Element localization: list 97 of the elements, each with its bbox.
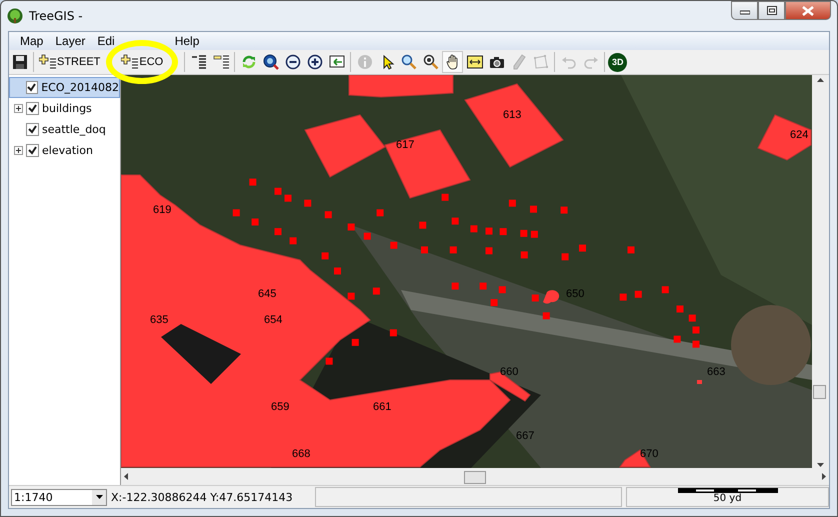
layer-list-icon bbox=[212, 54, 229, 70]
pan-button[interactable] bbox=[442, 51, 464, 73]
3d-view-button[interactable]: 3D bbox=[608, 52, 628, 72]
building-polygon bbox=[697, 380, 702, 384]
scroll-right-icon bbox=[822, 472, 826, 480]
building-label: 660 bbox=[500, 366, 518, 378]
building-label: 650 bbox=[566, 288, 584, 300]
menu-item[interactable]: Edi bbox=[96, 34, 116, 48]
undo-icon bbox=[560, 54, 577, 70]
layer-checkbox[interactable] bbox=[26, 144, 39, 157]
info-icon bbox=[356, 54, 373, 70]
building-label: 624 bbox=[790, 129, 808, 141]
polygon-icon bbox=[532, 54, 549, 70]
redo-icon bbox=[582, 54, 599, 70]
tree-point bbox=[326, 358, 333, 365]
building-label: 617 bbox=[396, 139, 414, 151]
horizontal-scrollbar[interactable] bbox=[121, 469, 829, 485]
tree-point bbox=[274, 228, 282, 236]
building-label: 667 bbox=[516, 430, 534, 442]
extent-icon bbox=[328, 54, 345, 70]
expand-toggle[interactable] bbox=[14, 104, 23, 113]
dropdown-arrow-icon bbox=[96, 495, 102, 499]
building-polygon bbox=[543, 290, 560, 304]
tree-node[interactable]: buildings bbox=[9, 98, 120, 119]
menu-item[interactable]: Layer bbox=[54, 34, 86, 48]
tree-point bbox=[490, 299, 498, 306]
tree-point bbox=[692, 326, 700, 334]
building-label: 654 bbox=[264, 314, 282, 326]
building-label: 613 bbox=[503, 109, 522, 121]
layer-checkbox[interactable] bbox=[26, 123, 39, 136]
tree-point bbox=[419, 222, 426, 229]
scroll-up-icon bbox=[816, 78, 824, 82]
expand-toggle[interactable] bbox=[14, 146, 23, 155]
building-label: 645 bbox=[258, 288, 276, 300]
building-label: 619 bbox=[153, 204, 172, 216]
building-label: 661 bbox=[373, 401, 392, 413]
globe-magnifier-icon bbox=[262, 54, 279, 70]
add-layer-button[interactable]: ECO bbox=[119, 53, 166, 71]
building-label: 663 bbox=[707, 366, 726, 378]
tree-point bbox=[334, 268, 341, 274]
layer-checkbox[interactable] bbox=[26, 102, 39, 115]
scale-dropdown[interactable]: 1:1740 bbox=[11, 488, 107, 506]
tree-node[interactable]: elevation bbox=[9, 140, 120, 161]
add-layer-icon bbox=[121, 54, 140, 70]
refresh-icon bbox=[240, 54, 257, 70]
building-label: 659 bbox=[271, 401, 290, 413]
save-icon bbox=[12, 54, 28, 70]
tree-point bbox=[676, 306, 684, 312]
scroll-thumb[interactable] bbox=[464, 470, 486, 484]
tree-point bbox=[674, 336, 681, 343]
tree-node[interactable]: ECO_2014082 bbox=[9, 77, 120, 98]
tree-point bbox=[692, 340, 700, 348]
layer-list-icon bbox=[190, 54, 207, 70]
scale-bar-icon bbox=[678, 488, 778, 493]
tree-point bbox=[560, 206, 568, 214]
app-logo-icon bbox=[7, 8, 23, 24]
building-label: 635 bbox=[150, 314, 168, 326]
pencil-icon bbox=[510, 54, 527, 70]
ruler-icon bbox=[466, 54, 483, 70]
tree-point bbox=[480, 282, 487, 290]
building-polygon bbox=[757, 114, 812, 161]
menu-item[interactable]: Map bbox=[19, 34, 44, 48]
tree-point bbox=[348, 292, 355, 300]
close-button[interactable] bbox=[785, 1, 831, 20]
scroll-left-icon bbox=[124, 472, 128, 480]
add-layer-icon bbox=[39, 54, 57, 70]
tree-point bbox=[452, 282, 459, 290]
tree-point bbox=[284, 194, 292, 202]
tree-point bbox=[579, 244, 586, 252]
camera-icon bbox=[488, 54, 505, 70]
tree-point bbox=[348, 224, 355, 230]
window-title: TreeGIS - bbox=[29, 9, 83, 23]
maximize-button[interactable] bbox=[758, 1, 785, 20]
tree-point bbox=[500, 228, 507, 236]
tree-node[interactable]: seattle_doq bbox=[9, 119, 120, 140]
tree-point bbox=[252, 218, 259, 226]
tree-point bbox=[620, 294, 627, 301]
tree-point bbox=[530, 206, 537, 213]
tree-point bbox=[452, 218, 459, 225]
scroll-down-icon bbox=[816, 463, 824, 467]
close-icon bbox=[802, 6, 814, 16]
magnifier-icon bbox=[422, 54, 439, 70]
zoom-in-icon bbox=[306, 54, 323, 70]
building-label: 668 bbox=[292, 448, 310, 460]
layer-checkbox[interactable] bbox=[26, 81, 38, 94]
scale-bar-label: 50 yd bbox=[713, 493, 742, 504]
tree-point bbox=[486, 228, 492, 235]
vertical-scrollbar[interactable] bbox=[812, 75, 828, 469]
minimize-button[interactable] bbox=[731, 1, 758, 20]
add-layer-button[interactable]: STREET bbox=[37, 53, 102, 71]
tree-point bbox=[304, 200, 312, 207]
scroll-thumb[interactable] bbox=[813, 385, 826, 399]
zoom-out-icon bbox=[284, 54, 301, 70]
magnifier-icon bbox=[400, 54, 417, 70]
maximize-icon bbox=[766, 6, 776, 15]
coordinates-text: X:-122.30886244 Y:47.65174143 bbox=[111, 490, 294, 504]
menu-item[interactable]: Help bbox=[174, 34, 200, 48]
